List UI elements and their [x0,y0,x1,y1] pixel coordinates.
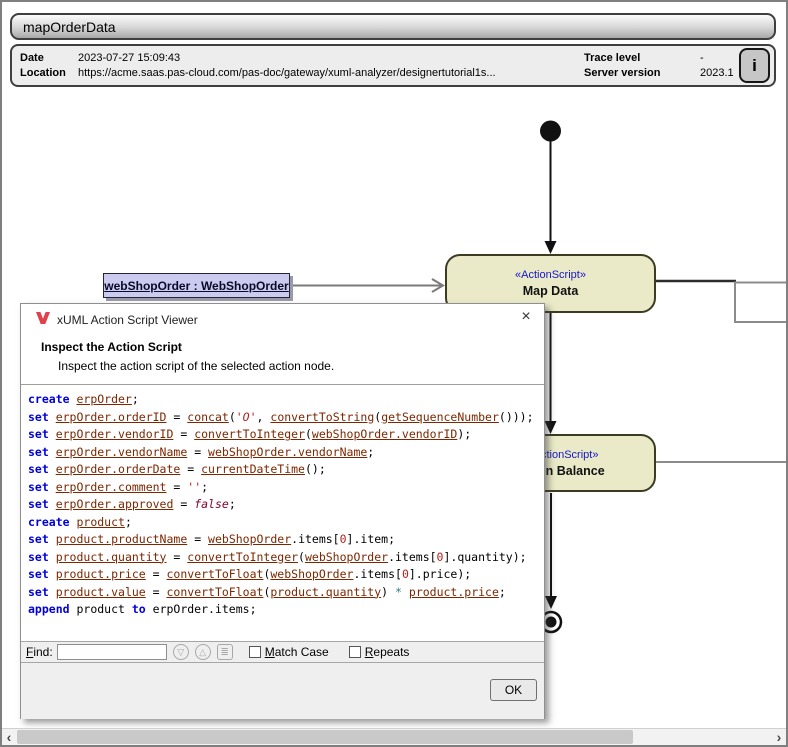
scroll-left-icon[interactable]: ‹ [2,729,16,745]
code-line: set product.value = convertToFloat(produ… [28,584,544,602]
match-case-label: Match Case [265,645,329,659]
find-input[interactable] [57,644,167,660]
server-version-value: 2023.1 [700,67,734,79]
find-next-icon[interactable]: ▽ [173,644,189,660]
diagram-title: mapOrderData [23,19,116,35]
arrowhead-final [545,596,557,609]
highlight-all-icon[interactable]: ≣ [217,644,233,660]
find-bar: Find: ▽ △ ≣ Match Case Repeats [21,641,544,663]
repeats-checkbox[interactable] [349,646,361,658]
activity-final-node-core [546,617,557,628]
code-line: set erpOrder.vendorID = convertToInteger… [28,426,544,444]
ok-button[interactable]: OK [490,679,537,701]
action-script-viewer-dialog: xUML Action Script Viewer × Inspect the … [20,303,545,719]
trace-level-label: Trace level [584,52,640,64]
scroll-right-icon[interactable]: › [772,729,786,745]
horizontal-scrollbar[interactable]: ‹ › [2,728,786,745]
info-icon[interactable]: i [739,48,770,83]
date-value: 2023-07-27 15:09:43 [78,52,180,64]
code-line: set product.quantity = convertToInteger(… [28,549,544,567]
xuml-analyzer-window: mapOrderData Date 2023-07-27 15:09:43 Lo… [0,0,788,747]
arrowhead-mapdata [545,241,557,254]
code-line: set erpOrder.orderID = concat('O', conve… [28,409,544,427]
server-version-label: Server version [584,67,660,79]
code-line: append product to erpOrder.items; [28,601,544,619]
trace-info-panel: Date 2023-07-27 15:09:43 Location https:… [10,44,776,87]
scrollbar-thumb[interactable] [17,730,633,744]
date-label: Date [20,52,44,64]
dialog-description: Inspect the action script of the selecte… [58,359,334,373]
repeats-label: Repeats [365,645,410,659]
code-line: create erpOrder; [28,391,544,409]
close-icon[interactable]: × [517,308,535,326]
xuml-logo-icon [35,310,51,326]
code-line: set erpOrder.approved = false; [28,496,544,514]
code-line: set erpOrder.orderDate = currentDateTime… [28,461,544,479]
map-data-stereotype: «ActionScript» [515,269,586,281]
location-label: Location [20,67,66,79]
code-line: set erpOrder.vendorName = webShopOrder.v… [28,444,544,462]
find-previous-icon[interactable]: △ [195,644,211,660]
trace-level-value: - [700,52,704,64]
arrowhead-balance [545,421,557,434]
location-value: https://acme.saas.pas-cloud.com/pas-doc/… [78,67,496,79]
initial-node [540,121,561,142]
dialog-button-panel: OK [21,663,544,719]
diagram-title-bar: mapOrderData [10,13,776,40]
map-data-name: Map Data [523,284,579,298]
find-label: Find: [26,645,53,659]
dialog-title-bar[interactable]: xUML Action Script Viewer × [21,304,544,334]
object-node-webshoporder[interactable]: webShopOrder : WebShopOrder [103,273,290,298]
match-case-checkbox[interactable] [249,646,261,658]
code-line: set product.price = convertToFloat(webSh… [28,566,544,584]
code-line: create product; [28,514,544,532]
code-line: set erpOrder.comment = ''; [28,479,544,497]
dialog-title: xUML Action Script Viewer [57,313,198,327]
dialog-heading: Inspect the Action Script [41,340,182,354]
code-line: set product.productName = webShopOrder.i… [28,531,544,549]
action-script-code[interactable]: create erpOrder;set erpOrder.orderID = c… [21,384,544,641]
